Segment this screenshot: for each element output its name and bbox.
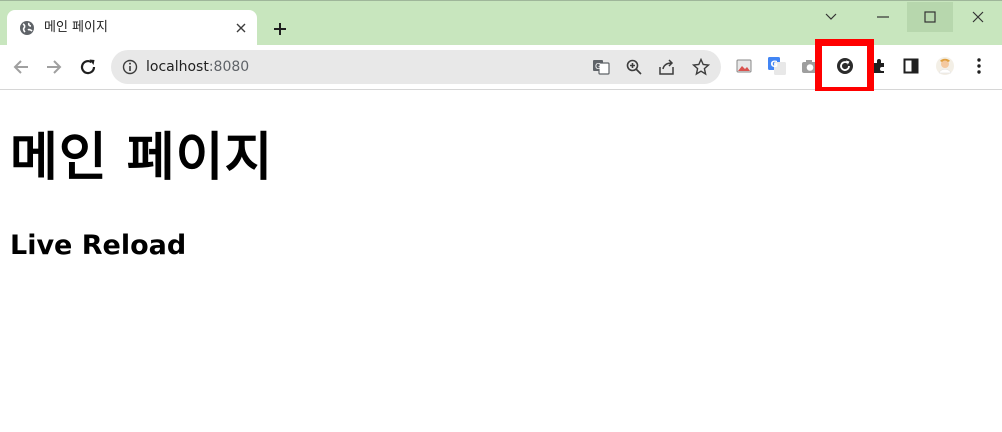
browser-tab[interactable]: 메인 페이지 <box>7 10 257 46</box>
google-translate-icon[interactable]: G <box>766 55 788 77</box>
svg-text:G: G <box>771 60 778 70</box>
star-icon[interactable] <box>691 57 711 77</box>
page-subtitle: Live Reload <box>10 230 187 261</box>
plus-icon[interactable] <box>268 17 292 41</box>
close-icon[interactable] <box>955 2 1001 32</box>
svg-text:G: G <box>595 62 601 71</box>
back-arrow-icon[interactable] <box>8 54 34 80</box>
url-text[interactable]: localhost:8080 <box>146 58 249 76</box>
reload-icon[interactable] <box>75 54 101 80</box>
live-reload-icon[interactable] <box>834 55 856 77</box>
puzzle-icon[interactable] <box>868 55 890 77</box>
profile-avatar-icon[interactable] <box>934 55 956 77</box>
page-content: 메인 페이지 Live Reload <box>0 91 1002 432</box>
minimize-icon[interactable] <box>860 2 906 32</box>
browser-toolbar: localhost:8080 G G <box>0 45 1002 90</box>
globe-icon <box>19 20 35 36</box>
camera-icon[interactable] <box>799 55 821 77</box>
info-icon[interactable] <box>122 59 138 75</box>
maximize-icon[interactable] <box>907 2 953 32</box>
image-extension-icon[interactable] <box>733 55 755 77</box>
page-title: 메인 페이지 <box>10 128 274 188</box>
zoom-icon[interactable] <box>624 57 644 77</box>
address-bar[interactable]: localhost:8080 G <box>111 50 721 84</box>
chevron-down-icon[interactable] <box>808 2 854 32</box>
tab-title: 메인 페이지 <box>44 20 108 35</box>
side-panel-icon[interactable] <box>900 55 922 77</box>
share-icon[interactable] <box>657 57 677 77</box>
forward-arrow-icon[interactable] <box>41 54 67 80</box>
tab-strip: 메인 페이지 <box>0 0 1002 46</box>
url-port: :8080 <box>208 59 250 75</box>
url-host: localhost <box>146 59 209 75</box>
kebab-menu-icon[interactable] <box>968 55 990 77</box>
translate-icon[interactable]: G <box>591 57 611 77</box>
close-icon[interactable] <box>231 18 251 38</box>
